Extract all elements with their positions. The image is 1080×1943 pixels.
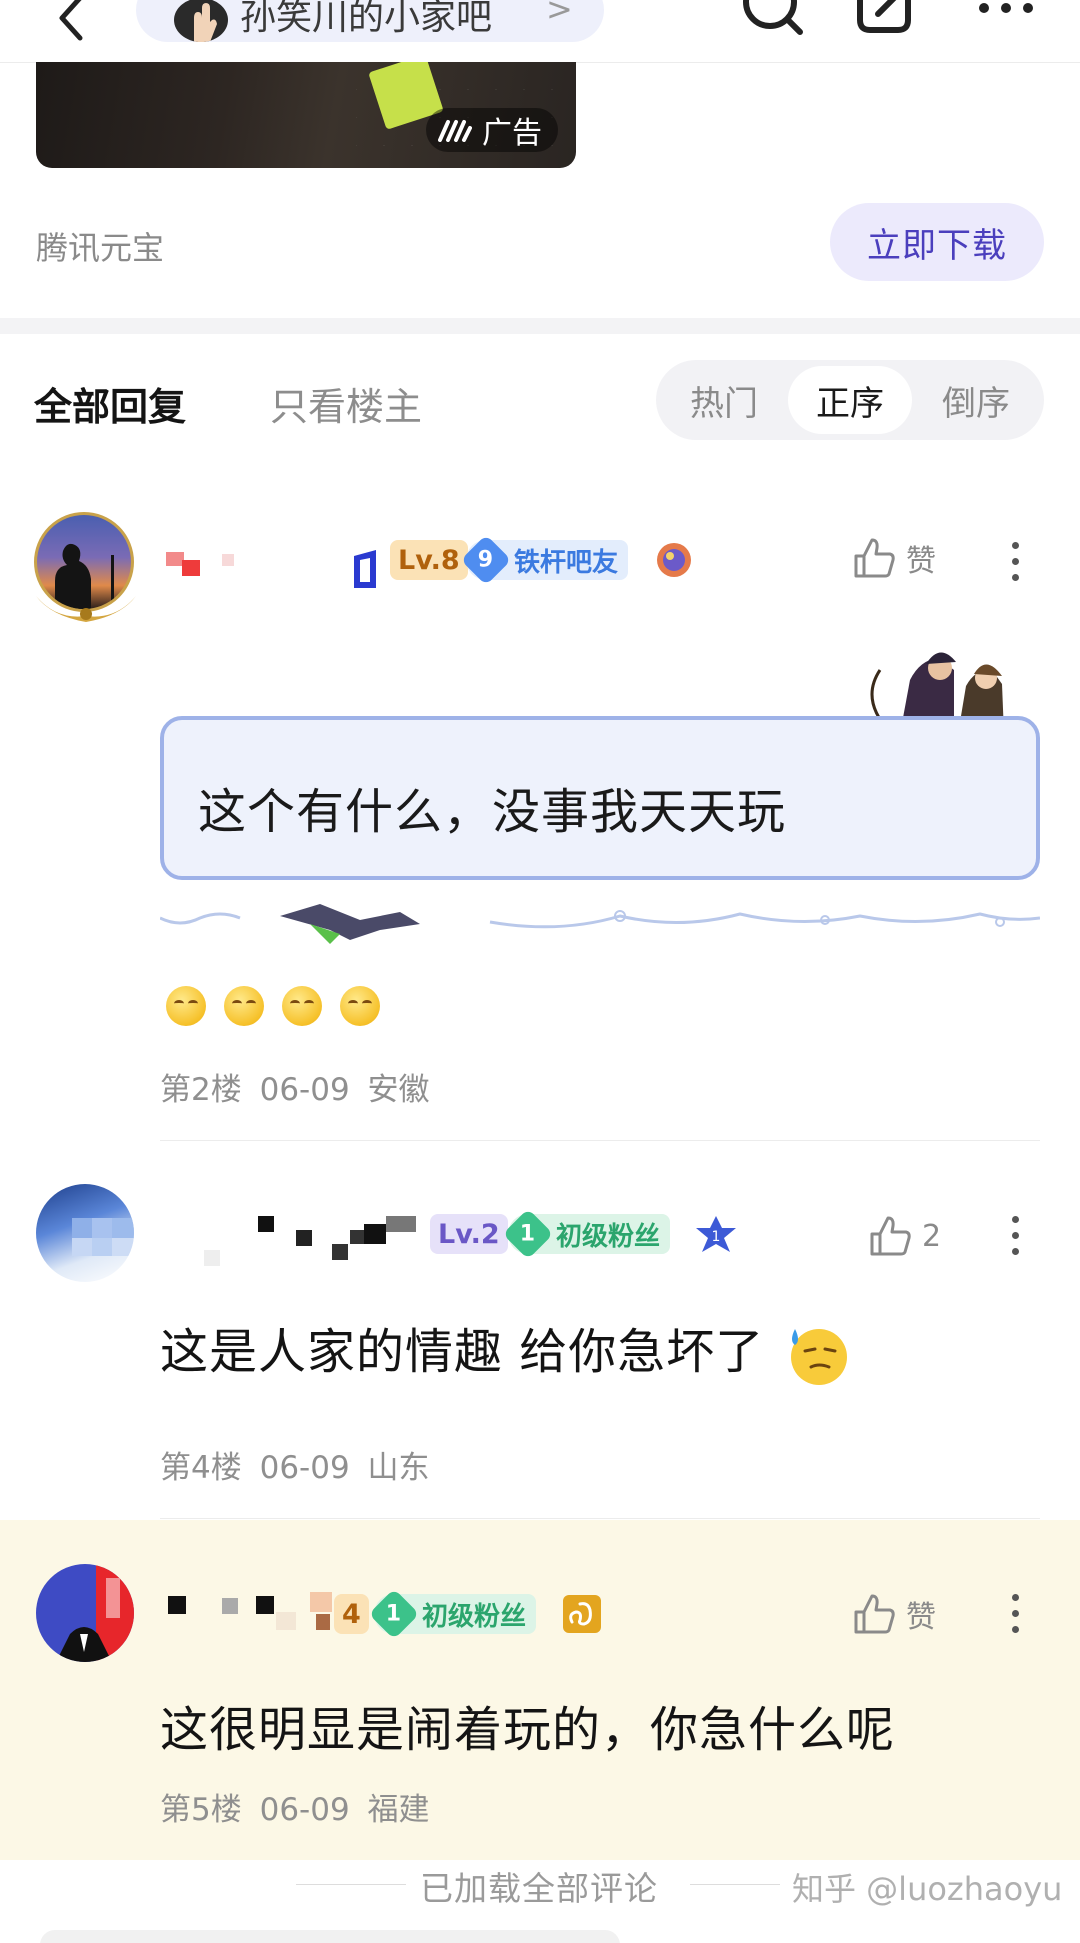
sort-descending[interactable]: 倒序 [914, 366, 1038, 434]
section-divider [0, 318, 1080, 334]
pixelated-avatar-icon [72, 1218, 134, 1256]
sort-hot[interactable]: 热门 [662, 366, 786, 434]
bubble-decoration-dragon-line [160, 904, 1040, 944]
tier-number-diamond: 9 [460, 534, 512, 586]
tier-title: 铁杆吧友 [514, 547, 619, 578]
floor-number: 第4楼 [160, 1450, 242, 1486]
hand-icon [194, 3, 217, 42]
search-icon [743, 0, 803, 35]
comment-text: 这是人家的情趣 给你急坏了 [160, 1312, 849, 1387]
like-label: 赞 [906, 544, 936, 579]
post-detail-page: 孙笑川的小家吧 > 广告 腾讯元宝 立即下载 全部回复 只看楼主 热门 正序 倒… [0, 0, 1080, 1943]
comment-more-button[interactable] [1010, 1216, 1022, 1264]
ip-location: 安徽 [367, 1072, 430, 1108]
forum-title: 孙笑川的小家吧 [240, 0, 493, 38]
username-pixelated[interactable] [164, 548, 254, 588]
avatar[interactable] [36, 1184, 134, 1282]
post-date: 06-09 [259, 1450, 350, 1486]
comment-separator [160, 1140, 1040, 1141]
comment-meta: 第2楼 06-09 安徽 [160, 1064, 430, 1109]
like-label: 赞 [906, 1600, 936, 1635]
portrait-avatar-icon [56, 1564, 134, 1662]
rank-star-badge-icon: 1 [696, 1216, 736, 1252]
username-pixelated[interactable] [200, 1210, 420, 1270]
more-options-button[interactable] [976, 2, 1036, 22]
level-badge: 4 [334, 1594, 369, 1634]
share-button[interactable] [854, 0, 918, 44]
zodiac-leo-badge-icon [563, 1595, 601, 1633]
comment-bubble: 这个有什么，没事我天天玩 [160, 716, 1040, 880]
thumbs-up-icon [854, 1594, 895, 1634]
sort-segmented-control: 热门 正序 倒序 [656, 360, 1044, 440]
floor-number: 第2楼 [160, 1072, 242, 1108]
post-date: 06-09 [259, 1792, 350, 1828]
download-button[interactable]: 立即下载 [830, 203, 1044, 281]
ad-image[interactable]: 广告 [36, 62, 576, 168]
sweat-smile-emoji-icon [790, 1329, 847, 1385]
level-badge: Lv.2 [430, 1214, 508, 1254]
game-medal-icon [657, 543, 691, 577]
comment-more-button[interactable] [1010, 1594, 1022, 1642]
smile-emoji-icon [224, 986, 264, 1026]
username-pixelated[interactable] [160, 1586, 360, 1642]
tier-title: 初级粉丝 [556, 1221, 661, 1252]
avatar[interactable] [36, 1564, 134, 1662]
more-horizontal-icon [979, 3, 1033, 13]
like-button[interactable]: 赞 [852, 536, 936, 580]
comment-more-button[interactable] [1010, 542, 1022, 590]
smile-emoji-icon [340, 986, 380, 1026]
sort-ascending[interactable]: 正序 [788, 366, 912, 434]
ad-logo-icon [438, 120, 472, 142]
tier-badge: 9 铁杆吧友 [460, 534, 629, 586]
tier-badge: 1 初级粉丝 [368, 1588, 537, 1640]
tab-all-replies[interactable]: 全部回复 [34, 376, 186, 431]
smile-emoji-icon [282, 986, 322, 1026]
svg-text:1: 1 [712, 1229, 721, 1245]
like-count: 2 [922, 1218, 942, 1254]
footer-divider-right [690, 1884, 780, 1885]
thumbs-up-icon [870, 1216, 911, 1256]
floor-number: 第5楼 [160, 1792, 242, 1828]
user-mark-icon [354, 550, 376, 588]
search-button[interactable] [738, 0, 806, 44]
ip-location: 山东 [367, 1450, 430, 1486]
level-badge: Lv.8 [390, 540, 468, 580]
bottom-input-bar-edge[interactable] [40, 1930, 620, 1943]
ip-location: 福建 [367, 1792, 430, 1828]
tier-number-diamond: 1 [502, 1208, 554, 1260]
thumbs-up-icon [854, 538, 895, 578]
tier-badge: 1 初级粉丝 [502, 1208, 671, 1260]
ad-badge-label: 广告 [482, 116, 542, 151]
tier-title: 初级粉丝 [422, 1601, 527, 1632]
comment-separator [160, 1518, 1040, 1519]
like-button[interactable]: 2 [868, 1214, 941, 1258]
smile-emoji-icon [166, 986, 206, 1026]
tab-owner-only[interactable]: 只看楼主 [270, 376, 422, 431]
comment-text: 这个有什么，没事我天天玩 [198, 784, 787, 840]
post-date: 06-09 [259, 1072, 350, 1108]
forum-link-pill[interactable]: 孙笑川的小家吧 > [136, 0, 604, 42]
comment-meta: 第4楼 06-09 山东 [160, 1442, 430, 1487]
comment-text: 这很明显是闹着玩的，你急什么呢 [160, 1702, 896, 1758]
chevron-left-icon [59, 0, 83, 41]
chevron-right-icon: > [546, 0, 573, 28]
ad-badge: 广告 [426, 108, 558, 152]
ad-source-name: 腾讯元宝 [36, 229, 165, 267]
footer-divider-left [296, 1884, 406, 1885]
share-icon [857, 0, 911, 33]
like-button[interactable]: 赞 [852, 1592, 936, 1636]
comment-meta: 第5楼 06-09 福建 [160, 1784, 430, 1829]
forum-avatar [174, 0, 228, 42]
loaded-all-comments-text: 已加载全部评论 [420, 1869, 658, 1908]
top-navigation-bar: 孙笑川的小家吧 > [0, 0, 1080, 63]
back-button[interactable] [52, 0, 92, 44]
source-watermark: 知乎 @luozhaoyu [792, 1870, 1063, 1908]
avatar-frame-wings-icon [36, 596, 136, 622]
